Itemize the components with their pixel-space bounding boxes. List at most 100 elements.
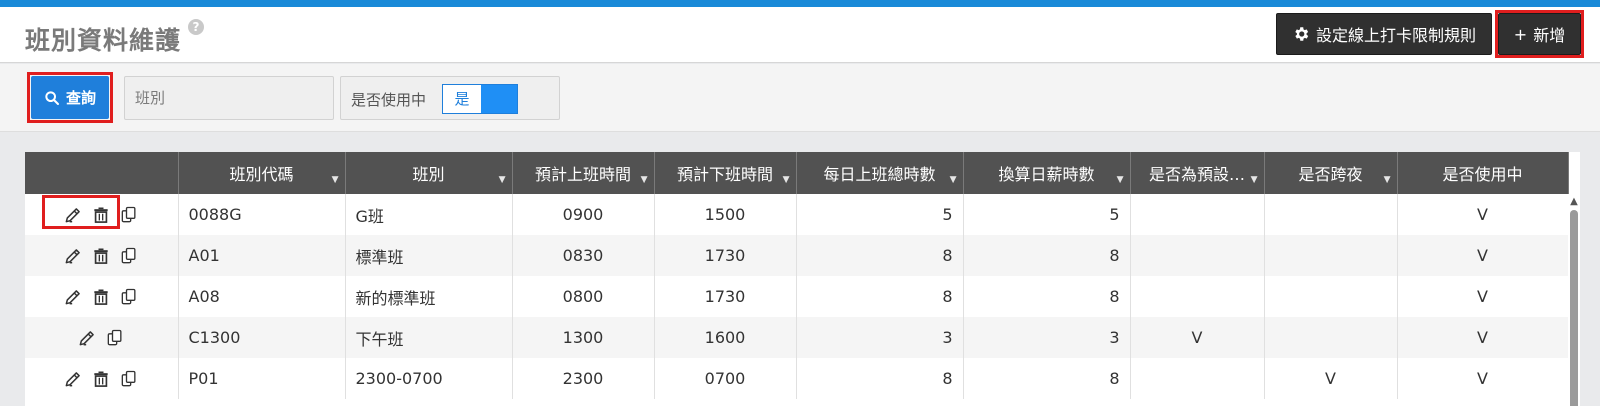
- cell-is-default: [1130, 276, 1265, 317]
- copy-icon[interactable]: [119, 205, 139, 225]
- delete-icon[interactable]: [91, 205, 111, 225]
- scrollbar-thumb[interactable]: [1570, 210, 1578, 406]
- cell-start: 1300: [512, 317, 655, 358]
- column-header[interactable]: 班別代碼 ▼: [178, 152, 346, 194]
- cell-name: 2300-0700: [345, 358, 513, 399]
- table-row[interactable]: A08 新的標準班 0800 1730 8 8 V: [25, 276, 1569, 317]
- table-row[interactable]: 0088G G班 0900 1500 5 5 V: [25, 194, 1569, 235]
- add-button-label: 新增: [1533, 26, 1566, 45]
- cell-pay-hours: 8: [963, 276, 1131, 317]
- cell-in-use: V: [1397, 194, 1569, 235]
- cell-end: 1730: [654, 235, 797, 276]
- copy-icon[interactable]: [119, 246, 139, 266]
- filter-icon[interactable]: ▼: [950, 175, 957, 185]
- copy-icon[interactable]: [105, 328, 125, 348]
- table-body: 0088G G班 0900 1500 5 5 V A01 標準班 0830 1730 8 8 V A08 新的…: [25, 194, 1569, 399]
- page-header: 班別資料維護 ? 設定線上打卡限制規則 + 新增: [0, 7, 1600, 63]
- delete-icon[interactable]: [91, 287, 111, 307]
- edit-icon[interactable]: [77, 328, 97, 348]
- filter-icon[interactable]: ▼: [499, 175, 506, 185]
- edit-icon[interactable]: [63, 287, 83, 307]
- cell-end: 1600: [654, 317, 797, 358]
- vertical-scrollbar[interactable]: ▲: [1568, 194, 1580, 406]
- in-use-toggle-knob: [481, 85, 517, 113]
- delete-icon[interactable]: [91, 246, 111, 266]
- cell-code: P01: [178, 358, 346, 399]
- column-header-label: 是否使用中: [1442, 165, 1523, 184]
- filter-icon[interactable]: ▼: [1251, 175, 1258, 185]
- filter-icon[interactable]: ▼: [641, 175, 648, 185]
- shift-search-input[interactable]: [124, 76, 334, 120]
- column-header[interactable]: 每日上班總時數 ▼: [796, 152, 964, 194]
- shift-table: 班別代碼 ▼ 班別 ▼ 預計上班時間 ▼ 預計下班時間 ▼ 每日上班總時數 ▼ 換算日薪時數 ▼ 是否為…: [25, 152, 1569, 399]
- filter-icon[interactable]: ▼: [783, 175, 790, 185]
- cell-name: G班: [345, 194, 513, 235]
- row-actions: [25, 358, 179, 399]
- row-actions: [25, 276, 179, 317]
- column-header[interactable]: 預計下班時間 ▼: [654, 152, 797, 194]
- column-header-label: 班別: [412, 165, 445, 184]
- cell-name: 下午班: [345, 317, 513, 358]
- table-row[interactable]: C1300 下午班 1300 1600 3 3 V V: [25, 317, 1569, 358]
- cell-end: 1500: [654, 194, 797, 235]
- cell-in-use: V: [1397, 235, 1569, 276]
- in-use-toggle[interactable]: 是: [442, 84, 518, 114]
- edit-icon[interactable]: [63, 369, 83, 389]
- online-clock-rule-button[interactable]: 設定線上打卡限制規則: [1276, 13, 1492, 55]
- filter-icon[interactable]: ▼: [1117, 175, 1124, 185]
- cell-overnight: [1264, 317, 1398, 358]
- cell-in-use: V: [1397, 276, 1569, 317]
- cell-overnight: [1264, 194, 1398, 235]
- cell-end: 0700: [654, 358, 797, 399]
- copy-icon[interactable]: [119, 287, 139, 307]
- column-header[interactable]: 是否為預設… ▼: [1130, 152, 1265, 194]
- cell-daily-hours: 5: [796, 194, 964, 235]
- cell-code: A01: [178, 235, 346, 276]
- online-clock-rule-label: 設定線上打卡限制規則: [1315, 26, 1476, 45]
- filter-icon[interactable]: ▼: [332, 175, 339, 185]
- copy-icon[interactable]: [119, 369, 139, 389]
- cell-in-use: V: [1397, 358, 1569, 399]
- delete-icon[interactable]: [91, 369, 111, 389]
- cell-overnight: [1264, 276, 1398, 317]
- cell-end: 1730: [654, 276, 797, 317]
- query-button[interactable]: 查詢: [31, 76, 109, 119]
- column-header-label: 班別代碼: [229, 165, 294, 184]
- cell-code: C1300: [178, 317, 346, 358]
- cell-code: 0088G: [178, 194, 346, 235]
- column-header[interactable]: 是否使用中: [1397, 152, 1569, 194]
- search-icon: [45, 90, 59, 105]
- cell-is-default: V: [1130, 317, 1265, 358]
- table-row[interactable]: P01 2300-0700 2300 0700 8 8 V V: [25, 358, 1569, 399]
- table-row[interactable]: A01 標準班 0830 1730 8 8 V: [25, 235, 1569, 276]
- plus-icon: +: [1513, 24, 1528, 44]
- edit-icon[interactable]: [63, 205, 83, 225]
- in-use-toggle-value: 是: [454, 90, 470, 108]
- page-title: 班別資料維護: [25, 26, 182, 55]
- cell-pay-hours: 8: [963, 235, 1131, 276]
- help-icon[interactable]: ?: [188, 19, 204, 35]
- cell-start: 0900: [512, 194, 655, 235]
- column-header[interactable]: 換算日薪時數 ▼: [963, 152, 1131, 194]
- cell-daily-hours: 3: [796, 317, 964, 358]
- edit-icon[interactable]: [63, 246, 83, 266]
- cell-daily-hours: 8: [796, 276, 964, 317]
- column-header[interactable]: 預計上班時間 ▼: [512, 152, 655, 194]
- add-button[interactable]: + 新增: [1498, 13, 1581, 55]
- filter-icon[interactable]: ▼: [1384, 175, 1391, 185]
- cell-daily-hours: 8: [796, 235, 964, 276]
- column-header-label: 預計下班時間: [676, 165, 773, 184]
- in-use-filter-label: 是否使用中: [351, 91, 427, 109]
- row-actions: [25, 194, 179, 235]
- cell-name: 新的標準班: [345, 276, 513, 317]
- scroll-up-arrow-icon[interactable]: ▲: [1568, 196, 1580, 208]
- query-button-label: 查詢: [65, 89, 96, 107]
- cell-is-default: [1130, 358, 1265, 399]
- cell-is-default: [1130, 235, 1265, 276]
- cell-code: A08: [178, 276, 346, 317]
- row-actions: [25, 317, 179, 358]
- cell-overnight: [1264, 235, 1398, 276]
- column-header[interactable]: 班別 ▼: [345, 152, 513, 194]
- column-header[interactable]: 是否跨夜 ▼: [1264, 152, 1398, 194]
- cell-overnight: V: [1264, 358, 1398, 399]
